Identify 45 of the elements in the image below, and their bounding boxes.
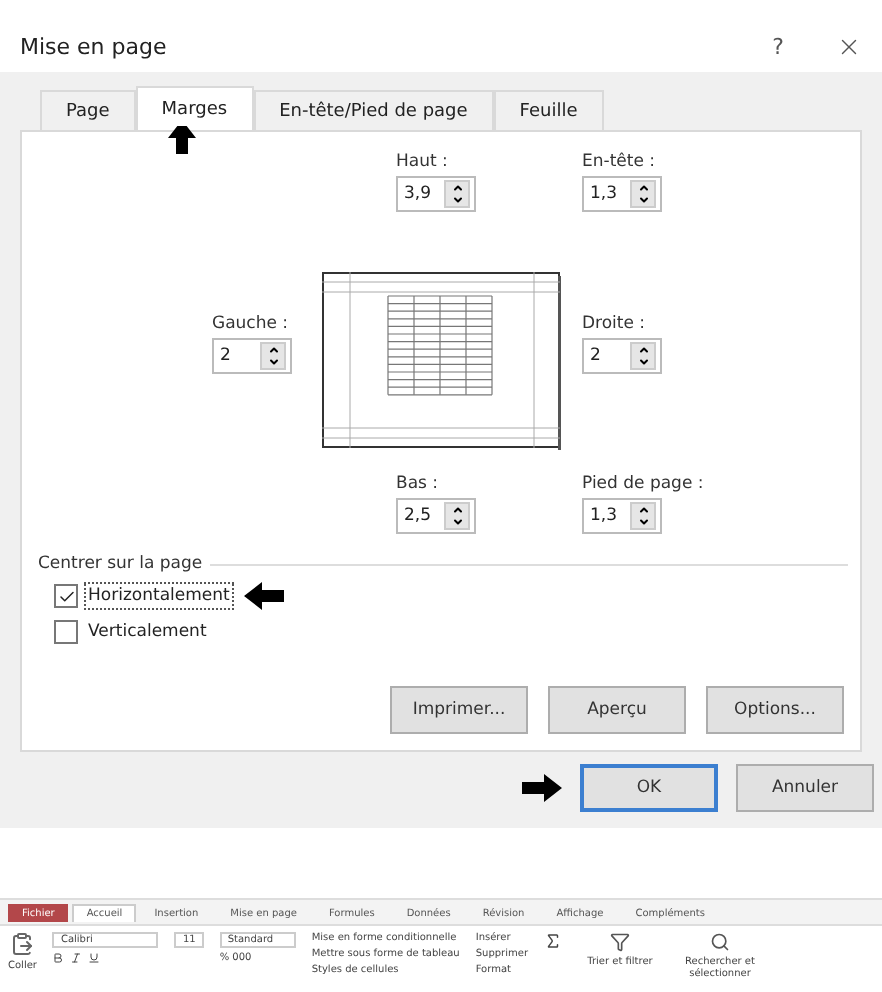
tab[interactable]: Feuille xyxy=(493,90,604,130)
left-margin-spinner[interactable]: 2 xyxy=(212,337,292,373)
group-title: Centrer sur la page xyxy=(38,554,203,574)
field-label: Gauche : xyxy=(212,313,291,333)
sum-icon[interactable] xyxy=(544,932,562,950)
checkbox[interactable] xyxy=(54,620,78,644)
check-icon xyxy=(57,587,75,605)
tab[interactable]: En-tête/Pied de page xyxy=(253,90,494,130)
checkbox-label[interactable]: Verticalement xyxy=(84,618,211,646)
bold-icon[interactable] xyxy=(52,952,65,964)
spin-buttons-icon[interactable] xyxy=(444,180,470,208)
spin-buttons-icon[interactable] xyxy=(630,180,656,208)
spin-buttons-icon[interactable] xyxy=(630,341,656,369)
tab[interactable]: Page xyxy=(40,90,136,130)
underline-icon[interactable] xyxy=(88,952,101,964)
spin-buttons-icon[interactable] xyxy=(444,502,470,530)
field-label: Droite : xyxy=(582,313,648,333)
dialog-button[interactable]: Annuler xyxy=(736,764,874,812)
tab[interactable]: Marges xyxy=(135,86,254,130)
field-label: Pied de page : xyxy=(582,474,706,494)
dialog-button[interactable]: Imprimer... xyxy=(390,686,528,734)
italic-icon[interactable] xyxy=(70,952,83,964)
field-label: Haut : xyxy=(396,152,450,172)
filter-icon[interactable] xyxy=(610,932,630,952)
dialog-button[interactable]: Options... xyxy=(706,686,844,734)
arrow-icon xyxy=(522,774,562,802)
dialog-button[interactable]: Aperçu xyxy=(548,686,686,734)
checkbox-label[interactable]: Horizontalement xyxy=(84,582,234,610)
top-margin-spinner[interactable]: 3,9 xyxy=(396,176,476,212)
search-icon[interactable] xyxy=(710,932,730,952)
footer-margin-spinner[interactable]: 1,3 xyxy=(582,498,662,534)
clipboard-icon[interactable] xyxy=(10,932,35,956)
arrow-icon xyxy=(162,126,202,154)
right-margin-spinner[interactable]: 2 xyxy=(582,337,662,373)
help-button[interactable]: ? xyxy=(772,33,784,59)
header-margin-spinner[interactable]: 1,3 xyxy=(582,176,662,212)
bottom-margin-spinner[interactable]: 2,5 xyxy=(396,498,476,534)
field-label: Bas : xyxy=(396,474,441,494)
spin-buttons-icon[interactable] xyxy=(260,341,286,369)
dialog-button[interactable]: OK xyxy=(580,764,718,812)
checkbox[interactable] xyxy=(54,584,78,608)
spin-buttons-icon[interactable] xyxy=(630,502,656,530)
arrow-icon xyxy=(243,582,284,610)
field-label: En-tête : xyxy=(582,152,658,172)
dialog-title: Mise en page xyxy=(20,33,169,59)
